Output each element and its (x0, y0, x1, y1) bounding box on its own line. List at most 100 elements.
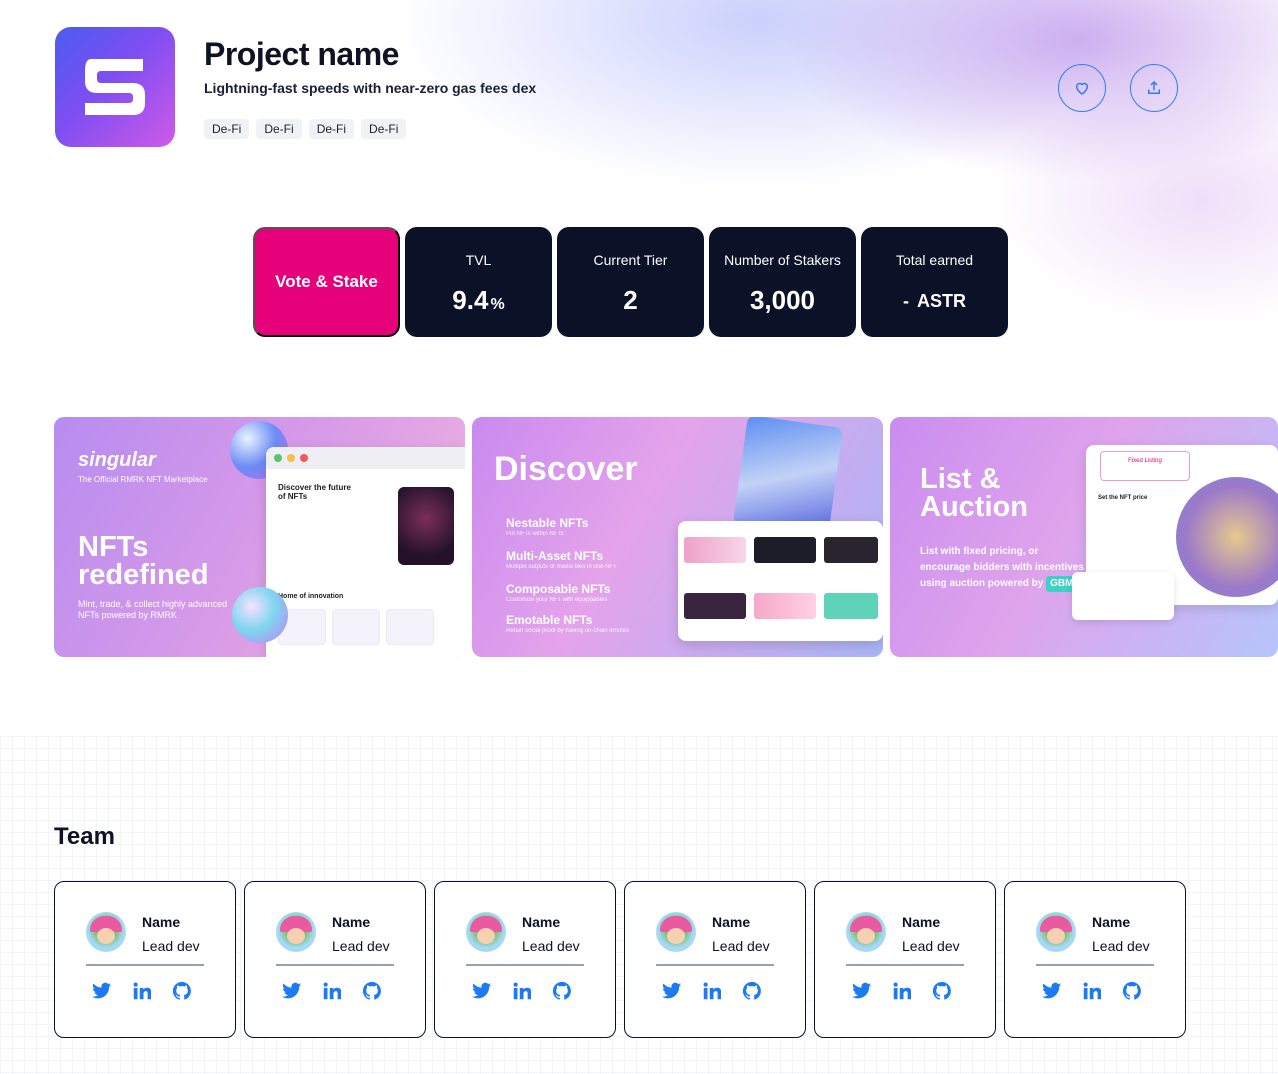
twitter-icon (92, 982, 112, 999)
feature-sub: Retain social proof by having on-chain e… (506, 628, 630, 634)
banner-singular[interactable]: singular The Official RMRK NFT Marketpla… (54, 417, 465, 657)
s-logo-icon (85, 59, 145, 115)
listing-label: Set the NFT price (1098, 495, 1148, 501)
avatar (656, 912, 696, 952)
feature-sub: Customize your NFT with equippables (506, 597, 608, 603)
avatar-face (1047, 928, 1065, 944)
github-link[interactable] (932, 981, 952, 1001)
team-member-card: Name Lead dev (1004, 881, 1186, 1038)
divider (656, 964, 774, 966)
member-role: Lead dev (332, 938, 390, 954)
avatar-face (477, 928, 495, 944)
team-member-card: Name Lead dev (244, 881, 426, 1038)
window-dot (300, 454, 308, 462)
linkedin-icon (893, 982, 911, 1000)
tvl-value: 9.4% (452, 285, 504, 316)
avatar (846, 912, 886, 952)
mockup-title: Discover the future of NFTs (278, 483, 351, 501)
feature-title: Nestable NFTs (506, 516, 589, 530)
member-role: Lead dev (522, 938, 580, 954)
github-icon (552, 981, 571, 1000)
banner-headline: List & Auction (920, 463, 1028, 523)
tag[interactable]: De-Fi (361, 119, 407, 139)
linkedin-icon (1083, 982, 1101, 1000)
favorite-button[interactable] (1058, 64, 1106, 112)
brand-tagline: The Official RMRK NFT Marketplace (78, 475, 208, 484)
twitter-icon (282, 982, 302, 999)
linkedin-link[interactable] (1082, 981, 1102, 1001)
linkedin-link[interactable] (132, 981, 152, 1001)
stakers-value: 3,000 (749, 285, 816, 315)
twitter-link[interactable] (282, 981, 302, 1001)
social-links (852, 981, 952, 1001)
banner-list-auction[interactable]: List & Auction List with fixed pricing, … (890, 417, 1278, 657)
header-background-glow (0, 0, 1278, 420)
divider (1036, 964, 1154, 966)
screenshot-carousel[interactable]: singular The Official RMRK NFT Marketpla… (54, 417, 1278, 657)
twitter-link[interactable] (92, 981, 112, 1001)
feature-sub: Put NFTs within NFTs (506, 531, 564, 537)
linkedin-link[interactable] (892, 981, 912, 1001)
earned-card: Total earned - ASTR (861, 227, 1008, 337)
linkedin-icon (703, 982, 721, 1000)
project-subtitle: Lightning-fast speeds with near-zero gas… (204, 80, 537, 96)
nft-tile (684, 537, 746, 563)
avatar-face (667, 928, 685, 944)
github-link[interactable] (172, 981, 192, 1001)
divider (846, 964, 964, 966)
twitter-link[interactable] (1042, 981, 1062, 1001)
share-upload-icon (1148, 80, 1160, 94)
github-link[interactable] (552, 981, 572, 1001)
github-link[interactable] (1122, 981, 1142, 1001)
share-button[interactable] (1130, 64, 1178, 112)
tvl-unit: % (490, 296, 505, 313)
social-links (472, 981, 572, 1001)
window-dot (287, 454, 295, 462)
member-role: Lead dev (142, 938, 200, 954)
browser-mockup: Discover the future of NFTs Home of inno… (266, 447, 465, 657)
linkedin-link[interactable] (322, 981, 342, 1001)
github-link[interactable] (742, 981, 762, 1001)
tag[interactable]: De-Fi (308, 119, 355, 139)
window-dot (274, 454, 282, 462)
banner-headline: Discover (494, 450, 638, 488)
vote-stake-button[interactable]: Vote & Stake (253, 227, 400, 337)
brand-name: singular (78, 449, 156, 471)
banner-description: Mint, trade, & collect highly advanced N… (78, 599, 228, 620)
avatar (86, 912, 126, 952)
linkedin-link[interactable] (512, 981, 532, 1001)
social-links (92, 981, 192, 1001)
member-role: Lead dev (712, 938, 770, 954)
feature-title: Multi-Asset NFTs (506, 549, 604, 563)
nft-tile (754, 593, 816, 619)
tvl-card: TVL 9.4% (405, 227, 552, 337)
member-name: Name (332, 914, 371, 930)
mockup-card (332, 609, 380, 645)
tag[interactable]: De-Fi (204, 119, 250, 139)
member-role: Lead dev (1092, 938, 1150, 954)
tag[interactable]: De-Fi (256, 119, 302, 139)
member-name: Name (712, 914, 751, 930)
twitter-link[interactable] (472, 981, 492, 1001)
linkedin-link[interactable] (702, 981, 722, 1001)
earned-number: - (903, 291, 909, 311)
social-links (282, 981, 382, 1001)
nft-tile (684, 593, 746, 619)
member-role: Lead dev (902, 938, 960, 954)
member-name: Name (522, 914, 561, 930)
linkedin-icon (323, 982, 341, 1000)
statue-image (732, 417, 844, 538)
team-member-card: Name Lead dev (54, 881, 236, 1038)
tier-card: Current Tier 2 (557, 227, 704, 337)
tvl-number: 9.4 (452, 285, 489, 315)
github-link[interactable] (362, 981, 382, 1001)
banner-description: List with fixed pricing, or encourage bi… (920, 544, 1090, 592)
social-links (1042, 981, 1142, 1001)
twitter-link[interactable] (662, 981, 682, 1001)
twitter-icon (472, 982, 492, 999)
banner-discover[interactable]: Discover Nestable NFTs Put NFTs within N… (472, 417, 883, 657)
heart-icon (1075, 82, 1089, 95)
feature-title: Emotable NFTs (506, 613, 593, 627)
linkedin-icon (133, 982, 151, 1000)
twitter-link[interactable] (852, 981, 872, 1001)
